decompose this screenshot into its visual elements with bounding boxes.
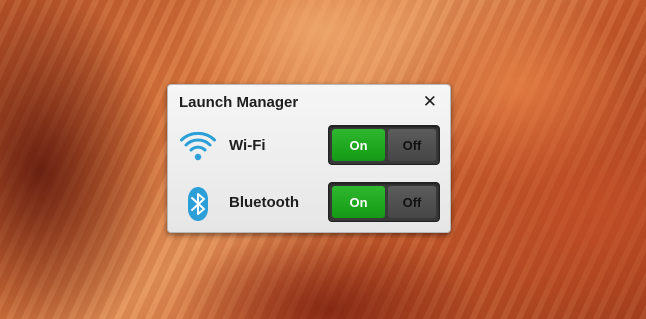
wifi-icon <box>180 129 216 165</box>
wifi-label: Wi-Fi <box>229 137 266 154</box>
bluetooth-toggle[interactable]: On Off <box>328 182 440 222</box>
wifi-off-button[interactable]: Off <box>388 129 436 161</box>
bluetooth-on-button[interactable]: On <box>332 186 385 218</box>
bluetooth-off-button[interactable]: Off <box>388 186 436 218</box>
dialog-title: Launch Manager <box>179 94 299 111</box>
close-icon[interactable]: ✕ <box>423 93 437 111</box>
wifi-on-button[interactable]: On <box>332 129 385 161</box>
wifi-toggle[interactable]: On Off <box>328 125 440 165</box>
bluetooth-row: Bluetooth On Off <box>168 182 450 222</box>
wifi-row: Wi-Fi On Off <box>168 125 450 165</box>
bluetooth-label: Bluetooth <box>229 194 299 211</box>
bluetooth-icon <box>180 186 216 222</box>
launch-manager-dialog: Launch Manager ✕ Wi-Fi On Off Bluetooth … <box>167 84 451 233</box>
